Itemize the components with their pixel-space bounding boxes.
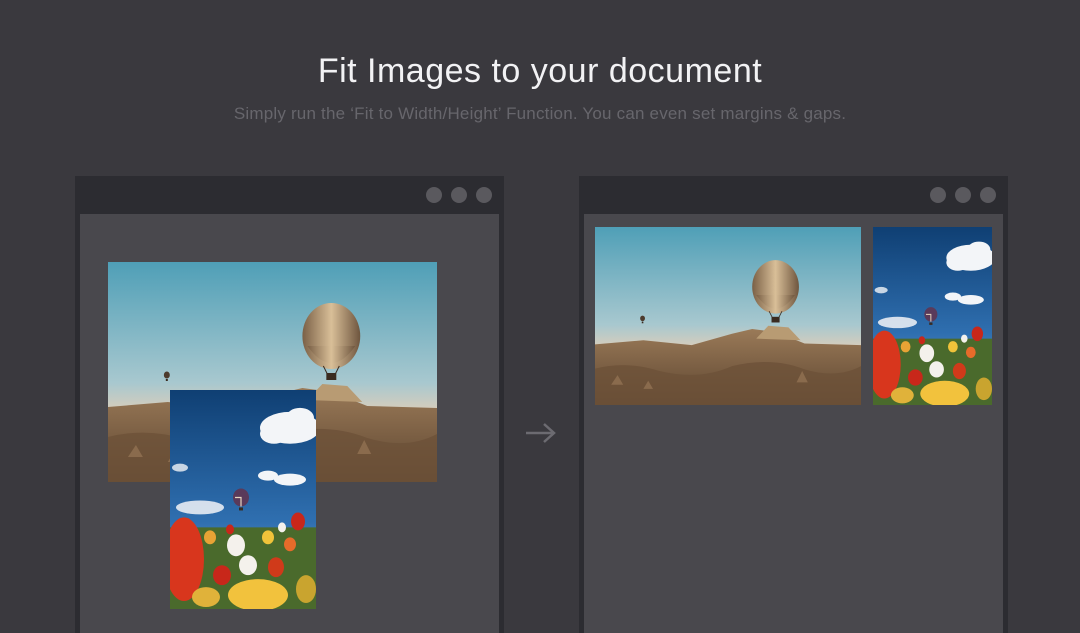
window-control-dot-icon[interactable] [955,187,971,203]
portrait-tulip-photo-fitted[interactable] [873,227,992,405]
arrow-right-icon [526,423,556,443]
window-control-dot-icon[interactable] [930,187,946,203]
window-control-dot-icon[interactable] [980,187,996,203]
window-controls [930,187,996,203]
hero-subtitle: Simply run the ‘Fit to Width/Height’ Fun… [233,104,847,123]
hero-title: Fit Images to your document [317,52,763,90]
portrait-tulip-photo[interactable] [170,390,316,609]
window-controls [426,187,492,203]
window-titlebar [75,176,504,214]
window-titlebar [579,176,1008,214]
window-control-dot-icon[interactable] [451,187,467,203]
landscape-balloon-photo-fitted[interactable] [595,227,861,405]
window-control-dot-icon[interactable] [426,187,442,203]
window-control-dot-icon[interactable] [476,187,492,203]
